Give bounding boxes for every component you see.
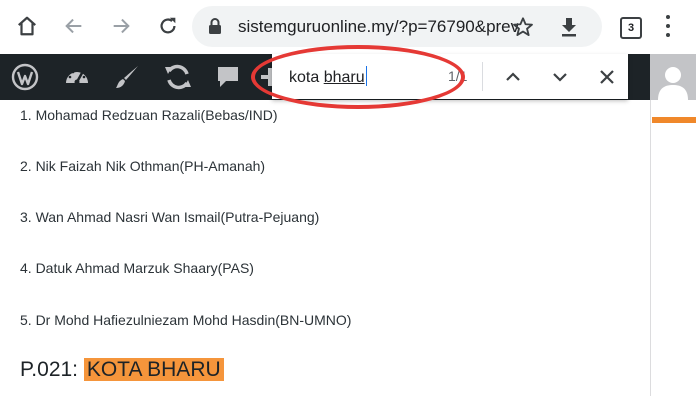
find-previous-button[interactable] <box>499 63 527 91</box>
sidebar-divider <box>650 100 651 396</box>
star-icon <box>513 17 533 36</box>
candidate-item: 2. Nik Faizah Nik Othman(PH-Amanah) <box>20 158 266 174</box>
back-button[interactable] <box>54 6 94 46</box>
chevron-up-icon <box>506 72 520 81</box>
find-input[interactable]: kota bharu <box>289 66 367 87</box>
find-match-count: 1/1 <box>448 68 468 84</box>
home-icon <box>18 16 36 36</box>
candidate-item: 3. Wan Ahmad Nasri Wan Ismail(Putra-Peju… <box>20 209 320 225</box>
candidate-item: 1. Mohamad Redzuan Razali(Bebas/IND) <box>20 107 278 123</box>
find-query-underlined: bharu <box>323 69 365 86</box>
chevron-down-icon <box>553 73 567 82</box>
browser-toolbar: sistemguruonline.my/?p=76790&prev 3 <box>0 0 696 54</box>
url-text[interactable]: sistemguruonline.my/?p=76790&prev <box>238 6 518 47</box>
tab-switcher-icon[interactable]: 3 <box>620 17 642 39</box>
find-next-button[interactable] <box>546 63 574 91</box>
search-highlight: KOTA BHARU <box>83 358 224 381</box>
lock-icon[interactable] <box>208 17 222 40</box>
address-bar[interactable]: sistemguruonline.my/?p=76790&prev <box>192 6 602 47</box>
reload-icon <box>160 17 176 34</box>
sidebar-accent-bar <box>652 117 696 123</box>
find-in-page-bar: kota bharu 1/1 <box>272 54 628 99</box>
bookmark-star-button[interactable] <box>510 14 536 40</box>
menu-icon[interactable] <box>656 12 680 40</box>
home-button[interactable] <box>7 6 47 46</box>
back-icon <box>65 18 82 34</box>
text-caret <box>365 66 367 86</box>
close-icon <box>600 70 614 84</box>
download-button[interactable] <box>556 14 582 40</box>
forward-button[interactable] <box>101 6 141 46</box>
wordpress-icon[interactable] <box>9 61 41 93</box>
heading-prefix: P.021: <box>20 358 84 381</box>
candidate-item: 5. Dr Mohd Hafiezulniezam Mohd Hasdin(BN… <box>20 312 352 328</box>
find-divider <box>482 62 483 91</box>
constituency-heading: P.021: KOTA BHARU <box>20 358 224 382</box>
updates-icon[interactable] <box>162 61 194 93</box>
candidate-item: 4. Datuk Ahmad Marzuk Shaary(PAS) <box>20 260 254 276</box>
find-query-text: kota <box>289 69 324 86</box>
customize-brush-icon[interactable] <box>111 61 143 93</box>
reload-button[interactable] <box>148 6 188 46</box>
avatar-icon[interactable] <box>650 54 696 100</box>
forward-icon <box>113 18 130 34</box>
comments-icon[interactable] <box>212 61 244 93</box>
find-close-button[interactable] <box>593 63 621 91</box>
download-icon <box>562 18 576 37</box>
dashboard-icon[interactable] <box>61 61 93 93</box>
